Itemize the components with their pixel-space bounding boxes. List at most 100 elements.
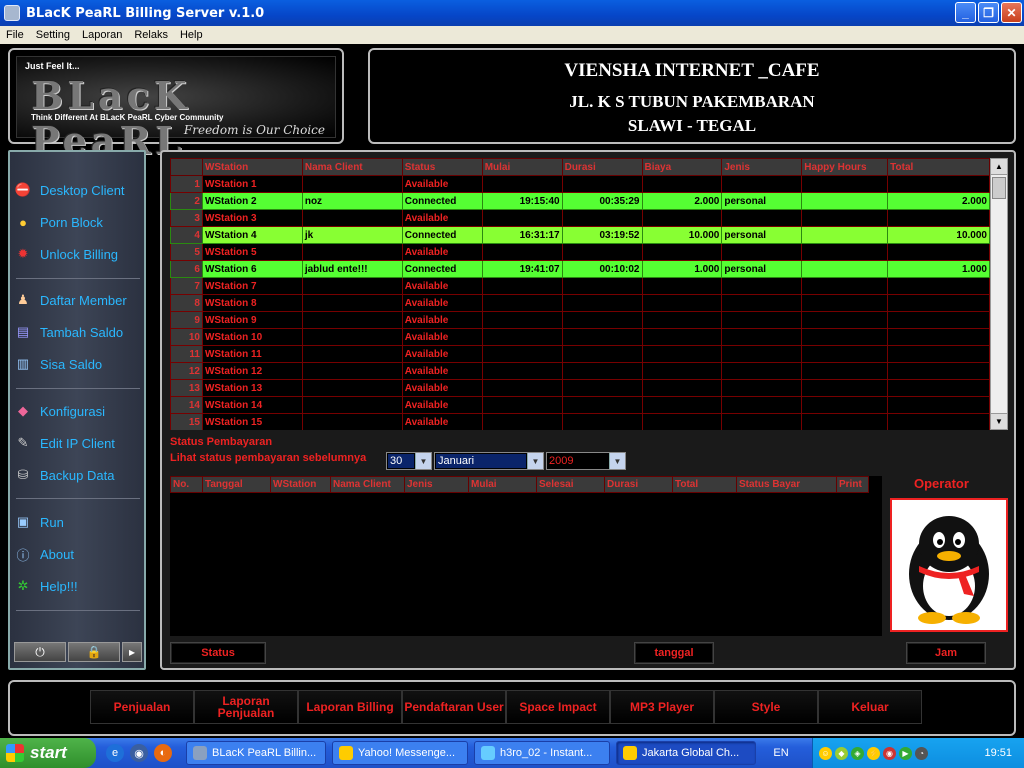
month-select[interactable]: Januari ▼ xyxy=(434,452,544,470)
sidebar-item-help[interactable]: ✲ Help!!! xyxy=(14,570,140,602)
tanggal-button[interactable]: tanggal xyxy=(634,642,714,664)
station-col-header[interactable]: Durasi xyxy=(561,158,643,176)
table-cell xyxy=(301,345,403,363)
ie-icon[interactable]: e xyxy=(106,744,124,762)
nav-laporan-billing[interactable]: Laporan Billing xyxy=(298,690,402,724)
sidebar-item-run[interactable]: ▣ Run xyxy=(14,506,140,538)
main-panel: WStation Nama Client Status Mulai Durasi Biay… xyxy=(160,150,1016,670)
explorer-icon[interactable]: ◉ xyxy=(130,744,148,762)
table-cell: WStation 11 xyxy=(201,345,303,363)
nav-laporan-penjualan[interactable]: Laporan Penjualan xyxy=(194,690,298,724)
station-col-header[interactable]: Mulai xyxy=(481,158,563,176)
start-button[interactable]: start xyxy=(0,738,96,768)
payment-col-header[interactable]: No. xyxy=(170,476,203,493)
sidebar-item-backup-data[interactable]: ⛁ Backup Data xyxy=(14,459,140,491)
scroll-up-icon[interactable]: ▲ xyxy=(991,159,1007,175)
year-select[interactable]: 2009 ▼ xyxy=(546,452,626,470)
table-row[interactable]: 12 WStation 12 Available xyxy=(170,362,990,380)
shield-tray-icon[interactable]: ◈ xyxy=(851,746,864,760)
table-row[interactable]: 11 WStation 11 Available xyxy=(170,345,990,363)
task-yahoo-messenger[interactable]: Yahoo! Messenge... xyxy=(332,741,468,765)
task-black-pearl[interactable]: BLacK PeaRL Billin... xyxy=(186,741,326,765)
sidebar-item-tambah-saldo[interactable]: ▤ Tambah Saldo xyxy=(14,316,140,348)
station-col-header[interactable]: Happy Hours xyxy=(801,158,889,176)
task-instant-message[interactable]: h3ro_02 - Instant... xyxy=(474,741,610,765)
table-row[interactable]: 14 WStation 14 Available xyxy=(170,396,990,414)
station-col-header[interactable]: Jenis xyxy=(721,158,803,176)
nav-pendaftaran-user[interactable]: Pendaftaran User xyxy=(402,690,506,724)
station-col-header[interactable]: Biaya xyxy=(641,158,723,176)
chevron-down-icon[interactable]: ▼ xyxy=(527,453,543,469)
messenger-tray-icon[interactable]: ☺ xyxy=(819,746,832,760)
nav-keluar[interactable]: Keluar xyxy=(818,690,922,724)
payment-col-header[interactable]: Print xyxy=(836,476,869,493)
table-row[interactable]: 15 WStation 15 Available xyxy=(170,413,990,430)
nav-mp3-player[interactable]: MP3 Player xyxy=(610,690,714,724)
table-cell xyxy=(301,362,403,380)
payment-col-header[interactable]: Nama Client xyxy=(330,476,405,493)
menu-help[interactable]: Help xyxy=(174,29,209,41)
menu-file[interactable]: File xyxy=(0,29,30,41)
nav-space-impact[interactable]: Space Impact xyxy=(506,690,610,724)
table-row[interactable]: 9 WStation 9 Available xyxy=(170,311,990,329)
table-row[interactable]: 7 WStation 7 Available xyxy=(170,277,990,295)
close-button[interactable]: ✕ xyxy=(1001,2,1022,23)
station-col-header[interactable]: WStation xyxy=(201,158,303,176)
sidebar-item-unlock-billing[interactable]: ✹ Unlock Billing xyxy=(14,238,140,270)
sidebar-item-about[interactable]: ⓘ About xyxy=(14,538,140,570)
sidebar-item-desktop-client[interactable]: ⛔ Desktop Client xyxy=(14,174,140,206)
table-row[interactable]: 8 WStation 8 Available xyxy=(170,294,990,312)
menu-setting[interactable]: Setting xyxy=(30,29,76,41)
chevron-down-icon[interactable]: ▼ xyxy=(609,453,625,469)
sidebar-item-edit-ip-client[interactable]: ✎ Edit IP Client xyxy=(14,427,140,459)
scroll-down-icon[interactable]: ▼ xyxy=(991,413,1007,429)
chevron-down-icon[interactable]: ▼ xyxy=(415,453,431,469)
scroll-thumb[interactable] xyxy=(992,177,1006,199)
station-col-header[interactable]: Status xyxy=(401,158,483,176)
minimize-button[interactable]: _ xyxy=(955,2,976,23)
nav-penjualan[interactable]: Penjualan xyxy=(90,690,194,724)
payment-col-header[interactable]: Jenis xyxy=(404,476,469,493)
payment-col-header[interactable]: Total xyxy=(672,476,737,493)
maximize-button[interactable]: ❐ xyxy=(978,2,999,23)
payment-col-header[interactable]: Durasi xyxy=(604,476,673,493)
nav-style[interactable]: Style xyxy=(714,690,818,724)
security-tray-icon[interactable]: ◉ xyxy=(883,746,896,760)
station-col-header[interactable] xyxy=(170,158,203,176)
status-button[interactable]: Status xyxy=(170,642,266,664)
table-row[interactable]: 1 WStation 1 Available xyxy=(170,175,990,193)
table-row[interactable]: 4 WStation 4 jk Connected 16:31:17 03:19:52 10… xyxy=(170,226,990,244)
power-button[interactable]: ⏻ xyxy=(14,642,66,662)
payment-col-header[interactable]: Status Bayar xyxy=(736,476,837,493)
language-indicator[interactable]: EN xyxy=(766,747,796,759)
payment-col-header[interactable]: WStation xyxy=(270,476,331,493)
table-row[interactable]: 3 WStation 3 Available xyxy=(170,209,990,227)
task-jakarta-global-chat[interactable]: Jakarta Global Ch... xyxy=(616,741,756,765)
sidebar-next-button[interactable]: ▸ xyxy=(122,642,142,662)
table-row[interactable]: 5 WStation 5 Available xyxy=(170,243,990,261)
payment-col-header[interactable]: Mulai xyxy=(468,476,537,493)
sidebar-item-sisa-saldo[interactable]: ▥ Sisa Saldo xyxy=(14,348,140,380)
station-col-header[interactable]: Nama Client xyxy=(301,158,403,176)
station-scrollbar[interactable]: ▲ ▼ xyxy=(990,158,1008,430)
table-row[interactable]: 6 WStation 6 jablud ente!!! Connected 19:41:… xyxy=(170,260,990,278)
day-select[interactable]: 30 ▼ xyxy=(386,452,432,470)
payment-col-header[interactable]: Tanggal xyxy=(202,476,271,493)
firefox-icon[interactable]: ◐ xyxy=(154,744,172,762)
sidebar-item-konfigurasi[interactable]: ◆ Konfigurasi xyxy=(14,395,140,427)
menu-laporan[interactable]: Laporan xyxy=(76,29,128,41)
volume-tray-icon[interactable]: ◔ xyxy=(915,746,928,760)
table-row[interactable]: 10 WStation 10 Available xyxy=(170,328,990,346)
power-tray-icon[interactable]: ⚡ xyxy=(867,746,880,760)
jam-button[interactable]: Jam xyxy=(906,642,986,664)
lock-button[interactable]: 🔒 xyxy=(68,642,120,662)
payment-col-header[interactable]: Selesai xyxy=(536,476,605,493)
network-tray-icon[interactable]: ◆ xyxy=(835,746,848,760)
sidebar-item-porn-block[interactable]: ● Porn Block xyxy=(14,206,140,238)
station-col-header[interactable]: Total xyxy=(887,158,990,176)
player-tray-icon[interactable]: ▶ xyxy=(899,746,912,760)
sidebar-item-daftar-member[interactable]: ♟ Daftar Member xyxy=(14,284,140,316)
table-row[interactable]: 2 WStation 2 noz Connected 19:15:40 00:35:29 2… xyxy=(170,192,990,210)
menu-relaks[interactable]: Relaks xyxy=(128,29,174,41)
table-row[interactable]: 13 WStation 13 Available xyxy=(170,379,990,397)
